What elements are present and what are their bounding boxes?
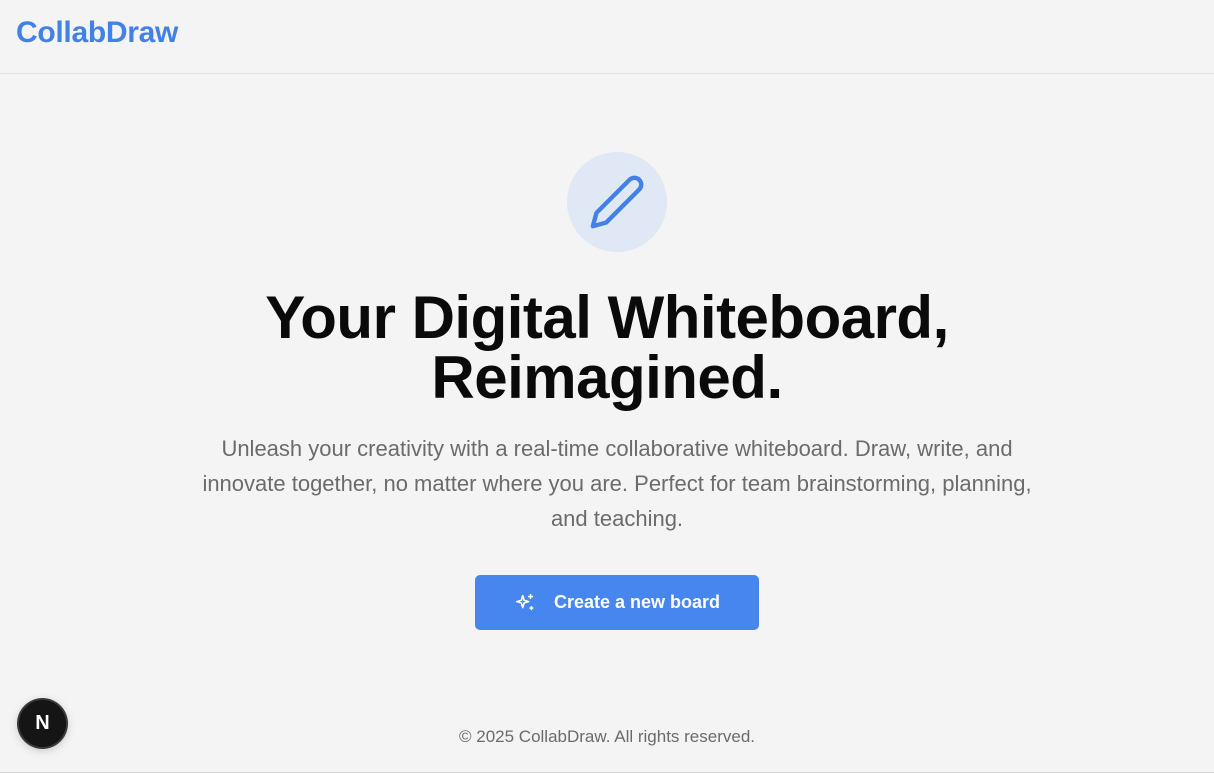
- top-header: CollabDraw: [0, 0, 1214, 74]
- app-logo[interactable]: CollabDraw: [16, 16, 178, 50]
- hero-title: Your Digital Whiteboard, Reimagined.: [0, 288, 1214, 408]
- create-board-label: Create a new board: [553, 592, 721, 612]
- hero-subtitle: Unleash your creativity with a real-time…: [202, 436, 1032, 531]
- sparkles-icon: [514, 592, 536, 614]
- nextjs-icon[interactable]: N: [19, 700, 66, 747]
- dev-badge-letter: N: [35, 712, 50, 734]
- create-board-button[interactable]: Create a new board: [475, 575, 759, 630]
- landing-page: CollabDraw Your Digital Whiteboard, Reim…: [0, 0, 1214, 773]
- pencil-icon: [590, 175, 644, 229]
- hero-icon-badge: [567, 152, 667, 252]
- hero-title-line-1: Your Digital Whiteboard,: [265, 284, 949, 351]
- hero-title-line-2: Reimagined.: [431, 344, 783, 411]
- footer-copyright: © 2025 CollabDraw. All rights reserved.: [459, 727, 755, 746]
